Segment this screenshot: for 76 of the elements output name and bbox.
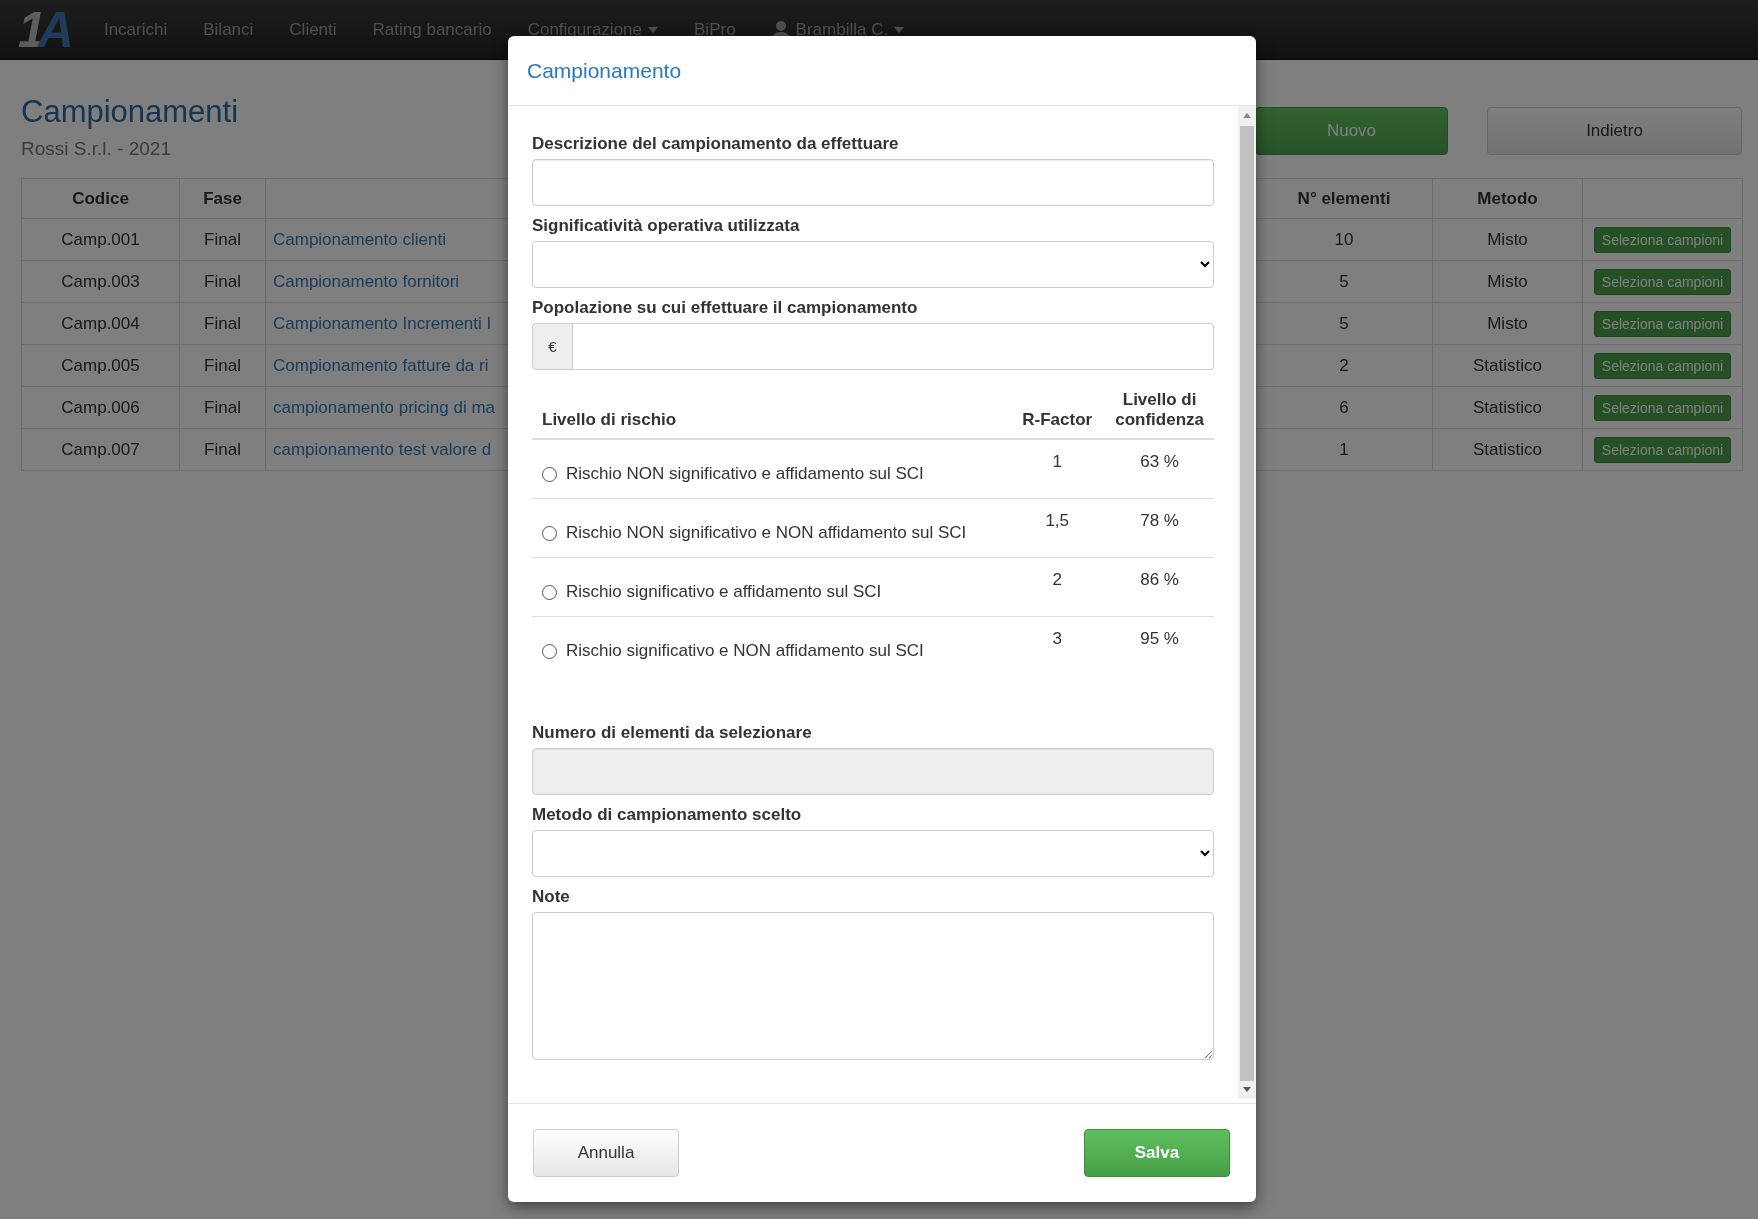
caret-icon [648,26,658,33]
table-cell: 78 % [1105,498,1214,558]
field-label: Numero di elementi da selezionare [532,723,813,743]
back-button[interactable]: Indietro [1487,107,1742,155]
column-header: Livello di confidenza [1105,382,1214,439]
table-cell: Misto [1432,218,1583,261]
table-cell: 2 [1009,557,1106,617]
table-cell: Final [179,302,266,345]
select-samples-button[interactable]: Seleziona campioni [1593,310,1732,337]
cancel-button[interactable]: Annulla [533,1129,679,1177]
risk-option[interactable]: Rischio significativo e NON affidamento sul SCI [542,641,1000,661]
logo[interactable]: 1A [18,4,66,55]
select-field[interactable] [532,830,1214,877]
risk-option[interactable]: Rischio NON significativo e affidamento sul SCI [542,464,1000,484]
sample-link[interactable]: Campionamento fornitori [273,271,460,291]
table-cell: Misto [1432,302,1583,345]
table-cell: Misto [1432,260,1583,303]
save-button[interactable]: Salva [1084,1129,1230,1177]
select-samples-button[interactable]: Seleziona campioni [1593,352,1732,379]
page-title: Campionamenti [21,94,239,130]
text-field[interactable] [532,159,1214,206]
table-cell: Statistico [1432,386,1583,429]
field-label: Metodo di campionamento scelto [532,805,803,825]
sample-link[interactable]: Campionamento clienti [273,229,446,249]
sample-link[interactable]: Compionamento fatture da ri [273,355,489,375]
table-cell: 63 % [1105,439,1214,499]
nav-link[interactable]: Incarichi [85,19,186,40]
table-cell: Camp.001 [21,218,180,261]
sample-link[interactable]: Campionamento Incrementi I [273,313,492,333]
column-header: Metodo [1432,178,1583,219]
select-samples-button[interactable]: Seleziona campioni [1593,436,1732,463]
select-field[interactable] [532,241,1214,288]
table-cell: Statistico [1432,428,1583,471]
table-cell: Camp.005 [21,344,180,387]
field-label: Note [532,887,571,907]
table-cell: Camp.003 [21,260,180,303]
column-header: R-Factor [1009,382,1106,439]
nav-link[interactable]: Rating bancario [354,19,510,40]
nav-link[interactable]: Bilanci [185,19,272,40]
risk-option[interactable]: Rischio significativo e affidamento sul SCI [542,582,1000,602]
caret-icon [894,26,905,33]
notes-field[interactable] [532,912,1214,1060]
table-cell: 1 [1009,439,1106,499]
column-header: Fase [179,178,266,219]
column-header: Livello di rischio [532,382,1010,439]
table-cell: 3 [1009,616,1106,675]
column-header: N° elementi [1255,178,1433,219]
table-cell: 95 % [1105,616,1214,675]
table-cell: Camp.004 [21,302,180,345]
select-samples-button[interactable]: Seleziona campioni [1593,268,1732,295]
table-cell: 86 % [1105,557,1214,617]
modal-title: Campionamento [527,58,682,83]
table-cell: Final [179,428,266,471]
sample-link[interactable]: campionamento test valore d [273,439,492,459]
select-samples-button[interactable]: Seleziona campioni [1593,226,1732,253]
table-cell: Final [179,218,266,261]
column-header: Codice [21,178,180,219]
new-button[interactable]: Nuovo [1255,107,1448,155]
field-label: Significatività operativa utilizzata [532,216,801,236]
select-samples-button[interactable]: Seleziona campioni [1593,394,1732,421]
table-cell: Camp.007 [21,428,180,471]
table-cell: Final [179,386,266,429]
table-cell: Final [179,260,266,303]
field-label: Popolazione su cui effettuare il campionamento [532,298,919,318]
table-cell: Camp.006 [21,386,180,429]
nav-link[interactable]: Clienti [271,19,355,40]
risk-option[interactable]: Rischio NON significativo e NON affidamento sul SCI [542,523,1000,543]
sample-link[interactable]: campionamento pricing di ma [273,397,496,417]
table-cell: Final [179,344,266,387]
currency-addon: € [532,323,573,370]
field-label: Descrizione del campionamento da effettuare [532,134,900,154]
page-subtitle: Rossi S.r.l. - 2021 [21,138,172,160]
table-cell: 1,5 [1009,498,1106,558]
scrollbar[interactable] [1238,106,1256,1099]
table-cell: Statistico [1432,344,1583,387]
amount-field[interactable] [573,323,1214,370]
